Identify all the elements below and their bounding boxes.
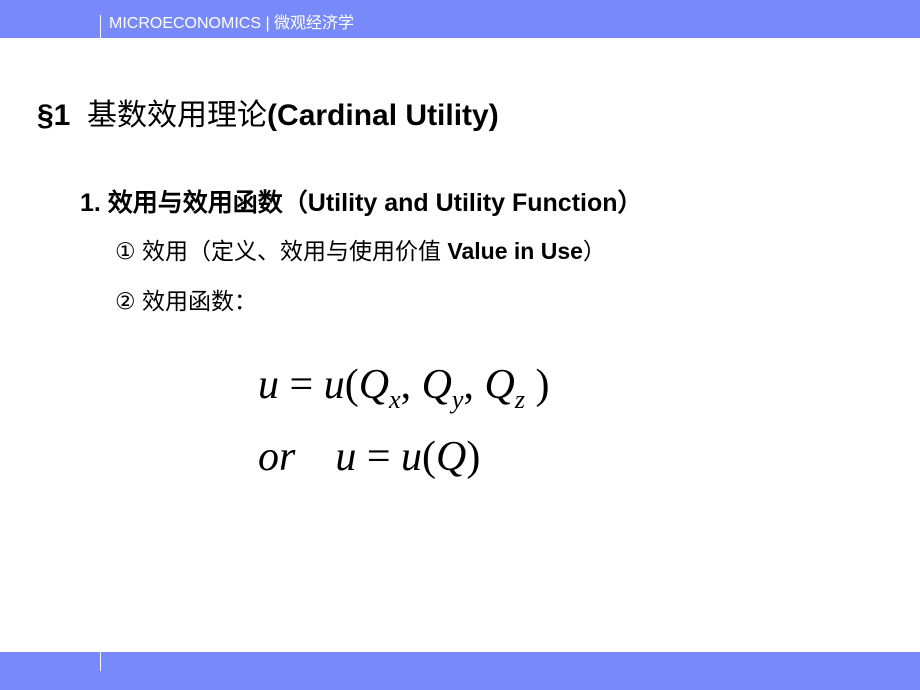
formula-open-paren: ( (422, 434, 437, 480)
title-chinese: 基数效用理论 (87, 98, 268, 133)
footer-bar (0, 652, 920, 690)
formula-sub-x: x (389, 385, 401, 414)
formula-var: Q (358, 362, 390, 408)
formula-var: Q (436, 434, 467, 480)
footer-separator (100, 652, 101, 671)
formula-lhs: u (258, 362, 279, 408)
section-number: §1 (37, 99, 71, 132)
formula-var: Q (421, 362, 452, 408)
section-heading: 1. 效用与效用函数（Utility and Utility Function） (80, 189, 643, 217)
slide-title: §1 基数效用理论(Cardinal Utility) (37, 96, 499, 136)
formula-or: or (258, 434, 296, 480)
header-bar: MICROECONOMICS | 微观经济学 (0, 0, 920, 38)
formula-close-paren: ) (466, 434, 481, 480)
utility-formula-single: or u = u(Q) (258, 432, 480, 482)
list-item: ② 效用函数： (115, 285, 257, 317)
formula-var: Q (484, 362, 515, 408)
formula-sub-y: y (451, 385, 464, 414)
formula-sub-z: z (514, 385, 525, 414)
course-label: MICROECONOMICS | 微观经济学 (109, 15, 355, 32)
formula-comma: , (463, 362, 485, 408)
list-item: ① 效用（定义、效用与使用价值 Value in Use） (115, 235, 606, 267)
formula-func: u (323, 362, 345, 408)
formula-lhs: u (335, 434, 357, 480)
utility-formula-multi: u = u(Qx, Qy, Qz ) (258, 360, 550, 413)
formula-equals: = (356, 434, 402, 480)
item-text: 效用函数： (135, 288, 258, 314)
item-text-english: Value in Use (447, 238, 583, 264)
formula-close-paren: ) (524, 362, 550, 408)
item-marker: ① (115, 238, 136, 264)
item-marker: ② (115, 288, 136, 314)
title-english: (Cardinal Utility) (267, 99, 499, 132)
formula-open-paren: ( (344, 362, 359, 408)
item-text: 效用（定义、效用与使用价值 (135, 238, 448, 264)
formula-equals: = (279, 362, 324, 408)
header-separator (100, 15, 101, 38)
item-text-end: ） (582, 238, 606, 264)
formula-comma: , (400, 362, 422, 408)
formula-func: u (401, 434, 423, 480)
